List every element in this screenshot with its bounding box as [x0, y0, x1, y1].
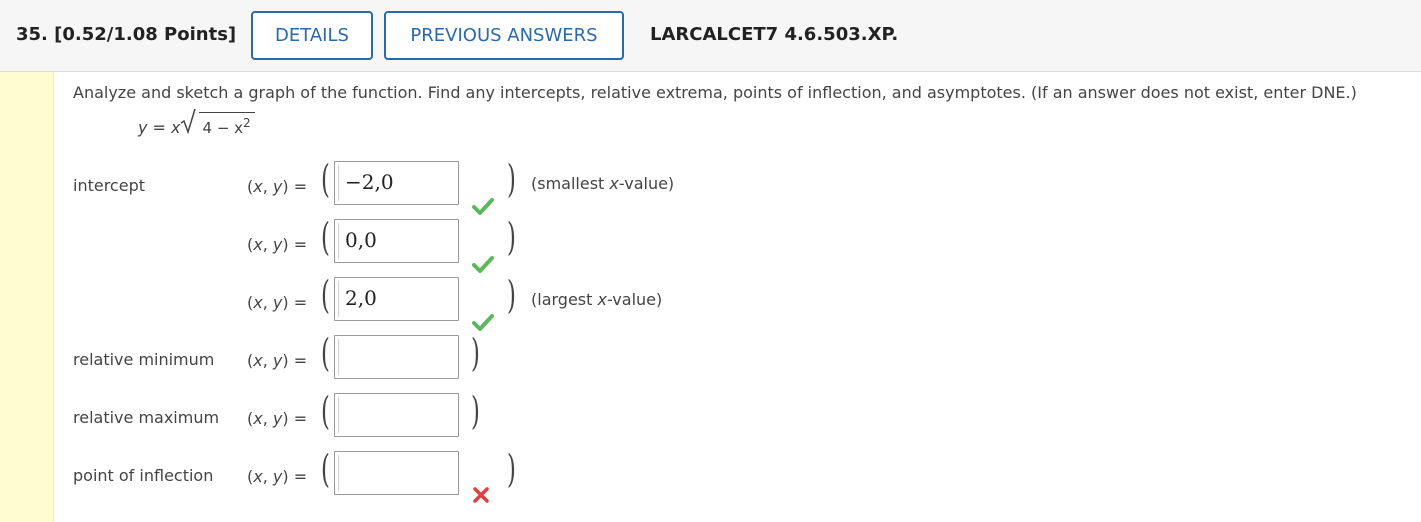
row-label: relative minimum [73, 350, 215, 369]
previous-answers-button[interactable]: PREVIOUS ANSWERS [384, 11, 624, 60]
answer-input[interactable] [334, 335, 459, 379]
question-number: 35. [0.52/1.08 Points] [16, 24, 237, 45]
answer-value: 2,0 [345, 286, 377, 310]
input-caret-line [338, 165, 339, 201]
answer-value: 0,0 [345, 228, 377, 252]
row-label: intercept [73, 176, 145, 195]
radical-sign-icon [180, 108, 196, 134]
open-paren: ( [320, 157, 330, 201]
answer-input[interactable]: −2,0 [334, 161, 459, 205]
open-paren: ( [320, 447, 330, 491]
open-paren: ( [320, 389, 330, 433]
xy-label: (x, y) = [247, 235, 308, 254]
xy-label: (x, y) = [247, 409, 308, 428]
square-root: 4 − x2 [180, 108, 255, 137]
open-paren: ( [320, 331, 330, 375]
xy-label: (x, y) = [247, 293, 308, 312]
xy-label: (x, y) = [247, 177, 308, 196]
open-paren: ( [320, 273, 330, 317]
input-caret-line [338, 223, 339, 259]
answer-input[interactable]: 2,0 [334, 277, 459, 321]
input-caret-line [338, 397, 339, 433]
input-caret-line [338, 455, 339, 491]
close-paren: ) [506, 215, 516, 259]
answer-input[interactable] [334, 451, 459, 495]
check-icon [472, 313, 494, 331]
input-caret-line [338, 281, 339, 317]
row-label: relative maximum [73, 408, 220, 427]
check-icon [472, 255, 494, 273]
input-caret-line [338, 339, 339, 375]
check-icon [472, 197, 494, 215]
answer-value: −2,0 [345, 170, 394, 194]
details-button[interactable]: DETAILS [251, 11, 373, 60]
close-paren: ) [470, 389, 480, 433]
answer-note: (smallest x-value) [531, 174, 675, 193]
points-score: [0.52/1.08 Points] [54, 24, 237, 45]
xy-label: (x, y) = [247, 467, 308, 486]
answer-input[interactable]: 0,0 [334, 219, 459, 263]
xy-label: (x, y) = [247, 351, 308, 370]
close-paren: ) [506, 273, 516, 317]
close-paren: ) [506, 157, 516, 201]
row-label: point of inflection [73, 466, 214, 485]
close-paren: ) [470, 331, 480, 375]
answer-input[interactable] [334, 393, 459, 437]
question-source: LARCALCET7 4.6.503.XP. [650, 24, 899, 45]
open-paren: ( [320, 215, 330, 259]
function-formula: y = x 4 − x2 [138, 108, 255, 142]
question-instructions: Analyze and sketch a graph of the functi… [73, 83, 1357, 102]
answer-note: (largest x-value) [531, 290, 663, 309]
question-header: 35. [0.52/1.08 Points] DETAILS PREVIOUS … [0, 0, 1421, 72]
close-paren: ) [506, 447, 516, 491]
question-sidebar [0, 72, 54, 522]
incorrect-icon [472, 486, 490, 504]
